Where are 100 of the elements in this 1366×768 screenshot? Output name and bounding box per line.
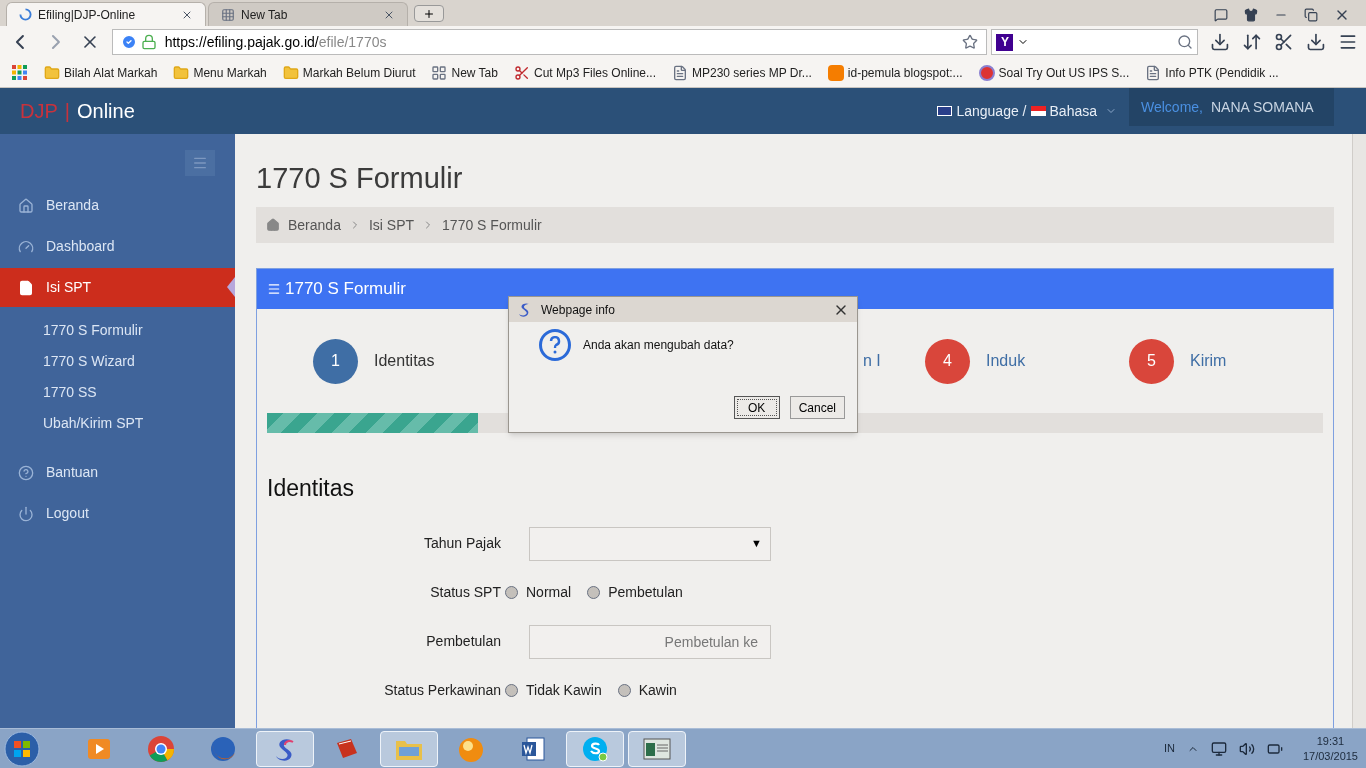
window-app-icon [642, 736, 672, 761]
clock-date[interactable]: 17/03/2015 [1302, 748, 1358, 764]
grid-icon [221, 7, 235, 22]
search-field[interactable]: Y [991, 29, 1199, 55]
bahasa-label[interactable]: Bahasa [1049, 100, 1097, 122]
breadcrumb-link[interactable]: Isi SPT [368, 214, 415, 236]
folder-icon [282, 64, 299, 81]
field-label: Status Perkawinan [383, 681, 501, 700]
search-engine-logo[interactable]: Y [996, 33, 1014, 51]
verified-icon [120, 34, 137, 50]
radio-button[interactable] [587, 586, 601, 599]
radio-button[interactable] [617, 684, 631, 697]
language-label[interactable]: Language / [956, 100, 1027, 122]
panel-title: 1770 S Formulir [285, 278, 406, 301]
menu-icon[interactable] [1338, 32, 1358, 52]
radio-label: Normal [526, 583, 572, 602]
tab-title: Efiling|DJP-Online [38, 6, 137, 24]
sidebar-item[interactable]: Isi SPT [0, 268, 235, 307]
radio-button[interactable] [505, 586, 518, 599]
bookmark-link[interactable]: Bilah Alat Markah [64, 63, 158, 82]
radio-label: Kawin [638, 681, 677, 700]
language-indicator[interactable]: IN [1163, 740, 1175, 757]
new-tab-button[interactable] [414, 5, 444, 22]
bookmark-link[interactable]: id-pemula blogspot:... [847, 63, 963, 82]
blog-icon [827, 64, 844, 81]
sidebar-item[interactable]: Logout [0, 494, 235, 533]
bookmark-link[interactable]: Soal Try Out US IPS S... [998, 63, 1130, 82]
dialog-button[interactable]: Cancel [789, 396, 845, 419]
bookmark-link[interactable]: MP230 series MP Dr... [692, 63, 812, 82]
start-button[interactable] [4, 730, 40, 767]
chat-icon[interactable] [1214, 8, 1228, 22]
radio-button[interactable] [505, 684, 518, 697]
dialog-button[interactable]: OK [733, 396, 780, 419]
clock-time[interactable]: 19:31 [1316, 733, 1345, 749]
network-icon[interactable] [1210, 740, 1227, 757]
scrollbar[interactable] [1352, 134, 1366, 728]
question-icon [539, 329, 571, 361]
tab-title: New Tab [241, 6, 289, 24]
arrows-icon[interactable] [1242, 32, 1263, 52]
breadcrumb-link[interactable]: Beranda [288, 214, 341, 236]
home-icon [18, 197, 34, 214]
menu-toggle-button[interactable] [185, 150, 215, 176]
indonesia-flag-icon [1030, 106, 1046, 116]
power-icon [18, 505, 34, 522]
fox-browser-icon [209, 734, 237, 763]
document-app-icon [519, 734, 547, 763]
submenu-item[interactable]: 1770 S Wizard [0, 346, 235, 377]
step-label[interactable]: Induk [986, 349, 1026, 373]
sidebar-item[interactable]: Dashboard [0, 227, 235, 266]
field-label: Pembetulan [425, 632, 501, 651]
download-box-icon[interactable] [1210, 32, 1231, 52]
breadcrumb-link[interactable]: 1770 S Formulir [442, 214, 542, 236]
bookmark-link[interactable]: Markah Belum Diurut [302, 63, 416, 82]
submenu-item[interactable]: 1770 SS [0, 377, 235, 408]
bookmark-link[interactable]: Info PTK (Pendidik ... [1165, 63, 1279, 82]
section-title: Identitas [267, 474, 355, 503]
lock-icon [140, 34, 157, 50]
address-bar[interactable]: https://efiling.pajak.go.id/efile/1770s [111, 29, 988, 55]
folder-icon [173, 64, 190, 81]
home-icon [266, 218, 280, 232]
sidebar-item[interactable]: Bantuan [0, 453, 235, 492]
pointer-mark [227, 277, 235, 297]
user-menu[interactable]: Welcome, NANA SOMANA [1129, 88, 1334, 126]
menu-icon [192, 155, 208, 171]
radio-label: Tidak Kawin [526, 681, 602, 700]
field-label: Status SPT [429, 583, 501, 602]
bookmark-link[interactable]: New Tab [451, 63, 498, 82]
step-label[interactable]: Identitas [374, 349, 435, 373]
grid-icon [431, 64, 448, 81]
taskbar-button[interactable] [628, 730, 686, 767]
search-icon[interactable] [1177, 34, 1194, 50]
input-field[interactable]: Pembetulan ke [529, 624, 771, 659]
uk-flag-icon [937, 106, 953, 116]
plus-icon [423, 7, 435, 20]
radio-label: Pembetulan [608, 583, 683, 602]
bookmark-link[interactable]: Menu Markah [193, 63, 267, 82]
year-select[interactable]: ▼ [529, 526, 771, 561]
shirt-icon[interactable] [1244, 8, 1258, 22]
browser-tab[interactable]: Efiling|DJP-Online [6, 2, 206, 26]
volume-icon[interactable] [1238, 740, 1255, 757]
submenu-item[interactable]: Ubah/Kirim SPT [0, 408, 235, 439]
browser-tab[interactable]: New Tab [208, 2, 408, 26]
scissors-icon [513, 64, 530, 81]
star-icon[interactable] [962, 34, 979, 50]
document-icon [18, 279, 34, 296]
restore-icon[interactable] [1304, 8, 1318, 22]
dialog-title: Webpage info [541, 301, 615, 319]
submenu-item[interactable]: 1770 S Formulir [0, 315, 235, 346]
download-icon[interactable] [1306, 32, 1327, 52]
sidebar-item[interactable]: Beranda [0, 186, 235, 225]
step-label[interactable]: Kirim [1190, 349, 1227, 373]
taskbar-button[interactable] [256, 730, 314, 767]
apps-grid-icon[interactable] [12, 64, 28, 81]
site-logo[interactable]: DJP | Online [20, 96, 135, 126]
list-icon [267, 282, 281, 296]
dashboard-icon [18, 238, 34, 255]
help-icon [18, 464, 34, 481]
field-label: Tahun Pajak [422, 534, 501, 553]
chat-app-icon [581, 734, 609, 763]
bookmark-link[interactable]: Cut Mp3 Files Online... [533, 63, 656, 82]
